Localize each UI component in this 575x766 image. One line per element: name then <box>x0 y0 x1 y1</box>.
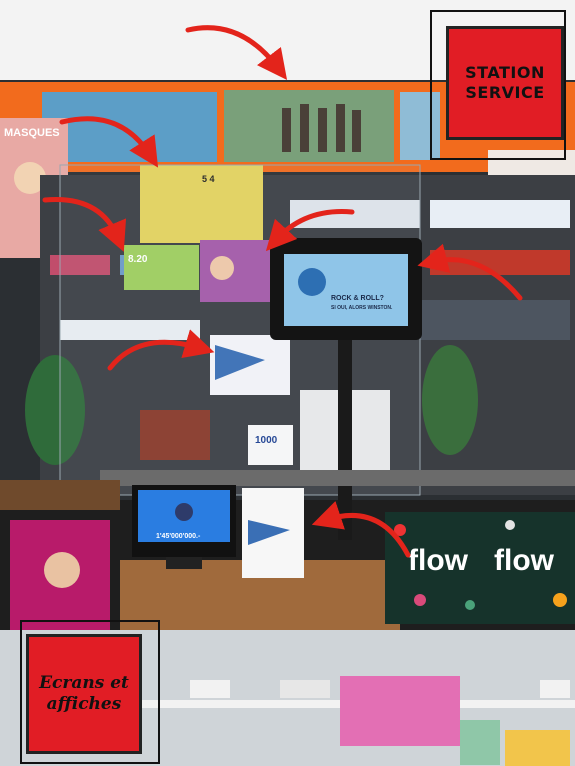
station-service-label: STATION SERVICE <box>446 26 564 140</box>
magazine-face <box>44 552 80 588</box>
counter-ledge <box>0 480 120 510</box>
tablet-subline: SI OUI, ALORS WINSTON. <box>331 305 393 311</box>
tablet-stand <box>338 340 352 540</box>
counter-top <box>100 470 575 486</box>
ecrans-affiches-label: Ecrans et affiches <box>26 634 142 754</box>
station-label-line1: STATION <box>465 63 545 82</box>
plant-right <box>422 345 478 455</box>
pos-emoji <box>175 503 193 521</box>
pos-screen-number: 1'45'000'000.- <box>156 533 201 540</box>
flow-logo-right: flow <box>494 544 555 577</box>
tablet-headline: ROCK & ROLL? <box>331 295 384 302</box>
station-label-line2: SERVICE <box>465 83 545 102</box>
top-poster-left <box>42 92 217 162</box>
ecrans-label-line2: affiches <box>46 694 122 714</box>
flow-logo-left: flow <box>408 544 469 577</box>
left-ad-title: MASQUES <box>4 127 60 139</box>
pos-stand <box>166 557 202 569</box>
ecrans-label-line1: Ecrans et <box>39 672 129 693</box>
tablet-logo <box>298 268 326 296</box>
